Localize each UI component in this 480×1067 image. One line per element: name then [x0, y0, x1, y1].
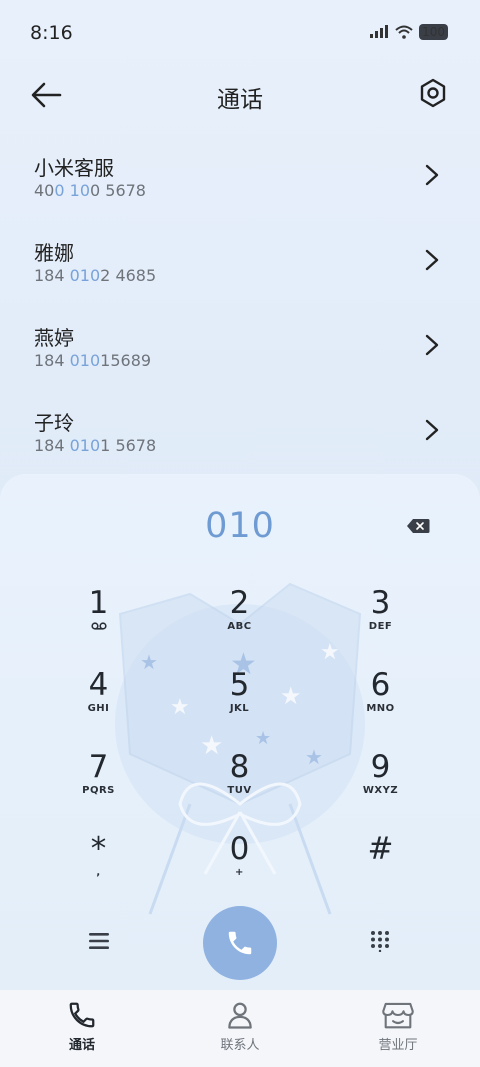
key-2[interactable]: 2 ABC [169, 586, 310, 641]
page-title: 通话 [217, 87, 263, 113]
key-hash[interactable]: # [310, 832, 451, 887]
key-3[interactable]: 3 DEF [310, 586, 451, 641]
chevron-right-icon [425, 334, 439, 356]
wifi-icon [395, 25, 413, 39]
dialer-panel: ★ ★ ★ ★ ★ ★ ★ ★ 010 1 2 ABC 3 DEF 4 GHI … [0, 474, 480, 994]
key-8[interactable]: 8 TUV [169, 750, 310, 805]
list-item[interactable]: 燕婷 184 01015689 [0, 300, 480, 385]
menu-button[interactable] [88, 932, 110, 950]
key-0[interactable]: 0 + [169, 832, 310, 887]
key-6[interactable]: 6 MNO [310, 668, 451, 723]
phone-icon [69, 1002, 95, 1028]
key-9[interactable]: 9 WXYZ [310, 750, 451, 805]
nav-item-contacts[interactable]: 联系人 [190, 1000, 290, 1053]
person-icon [228, 1002, 252, 1029]
key-star[interactable]: * , [28, 832, 169, 887]
store-icon [382, 1002, 414, 1029]
keypad: 1 2 ABC 3 DEF 4 GHI 5 JKL 6 MNO 7 PQRS 8… [28, 586, 452, 887]
chevron-right-icon [425, 249, 439, 271]
key-7[interactable]: 7 PQRS [28, 750, 169, 805]
key-1[interactable]: 1 [28, 586, 169, 641]
contact-name: 子玲 [34, 411, 74, 435]
contact-name: 燕婷 [34, 326, 74, 350]
dialpad-icon [371, 931, 389, 953]
status-time: 8:16 [30, 22, 73, 44]
contact-number: 184 0101 5678 [34, 436, 157, 455]
key-5[interactable]: 5 JKL [169, 668, 310, 723]
contact-number: 184 0102 4685 [34, 266, 157, 285]
signal-icon [370, 25, 389, 38]
contact-name: 雅娜 [34, 241, 74, 265]
status-icons: 100 [369, 24, 448, 40]
nav-label: 营业厅 [378, 1038, 418, 1053]
settings-button[interactable] [416, 76, 450, 110]
nav-item-calls[interactable]: 通话 [32, 1000, 132, 1053]
backspace-icon [407, 519, 430, 533]
chevron-right-icon [425, 164, 439, 186]
key-4[interactable]: 4 GHI [28, 668, 169, 723]
nav-label: 联系人 [220, 1038, 260, 1053]
contact-number: 400 100 5678 [34, 181, 146, 200]
battery-indicator: 100 [419, 24, 448, 40]
phone-call-icon [228, 931, 252, 955]
dialer-actions [0, 906, 480, 982]
nav-label: 通话 [68, 1038, 95, 1053]
nav-item-store[interactable]: 营业厅 [348, 1000, 448, 1053]
contact-results-list: 小米客服 400 100 5678 雅娜 184 0102 4685 燕婷 18… [0, 130, 480, 470]
backspace-button[interactable] [406, 518, 430, 534]
list-item[interactable]: 雅娜 184 0102 4685 [0, 215, 480, 300]
call-button[interactable] [203, 906, 277, 980]
bottom-nav: 通话 联系人 营业厅 [0, 990, 480, 1067]
list-item[interactable]: 子玲 184 0101 5678 [0, 385, 480, 470]
settings-icon [420, 78, 446, 108]
top-bar: 通话 [0, 66, 480, 124]
voicemail-icon [90, 622, 107, 630]
contact-number: 184 01015689 [34, 351, 152, 370]
keypad-toggle-button[interactable] [369, 930, 391, 953]
list-item[interactable]: 小米客服 400 100 5678 [0, 130, 480, 215]
status-bar: 8:16 100 [0, 0, 480, 66]
contact-name: 小米客服 [34, 156, 114, 180]
menu-icon [89, 933, 109, 949]
chevron-right-icon [425, 419, 439, 441]
